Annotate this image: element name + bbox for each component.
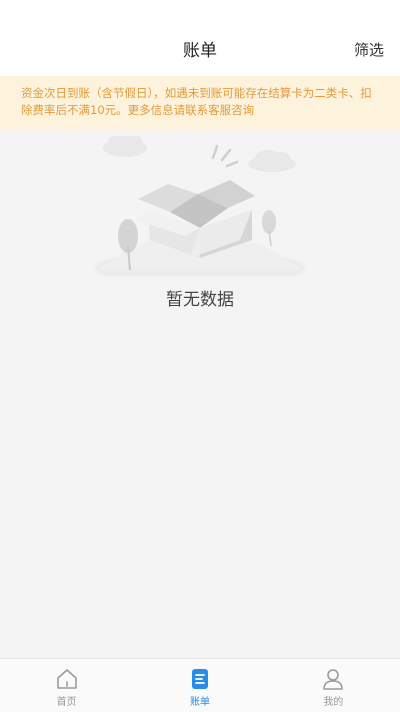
filter-button[interactable]: 筛选 xyxy=(354,39,384,60)
empty-box-icon xyxy=(95,136,305,276)
tab-bill-label: 账单 xyxy=(189,697,210,708)
empty-state-text: 暂无数据 xyxy=(166,290,234,310)
notice-banner: 资金次日到账（含节假日），如遇未到账可能存在结算卡为二类卡、扣除费率后不满10元… xyxy=(0,76,400,130)
bottom-tabbar: 首页 账单 我的 xyxy=(0,658,400,712)
tab-home-label: 首页 xyxy=(56,697,77,708)
tab-home[interactable]: 首页 xyxy=(0,659,133,712)
empty-state: 暂无数据 xyxy=(0,130,400,658)
tab-bill[interactable]: 账单 xyxy=(133,659,266,712)
user-icon xyxy=(323,669,344,690)
page-title: 账单 xyxy=(183,41,217,61)
top-header: 账单 筛选 xyxy=(0,0,400,76)
tab-mine-label: 我的 xyxy=(323,697,344,708)
home-icon xyxy=(56,669,77,689)
notice-text: 资金次日到账（含节假日），如遇未到账可能存在结算卡为二类卡、扣除费率后不满10元… xyxy=(21,86,372,117)
tab-mine[interactable]: 我的 xyxy=(267,659,400,712)
bill-icon xyxy=(191,669,208,689)
